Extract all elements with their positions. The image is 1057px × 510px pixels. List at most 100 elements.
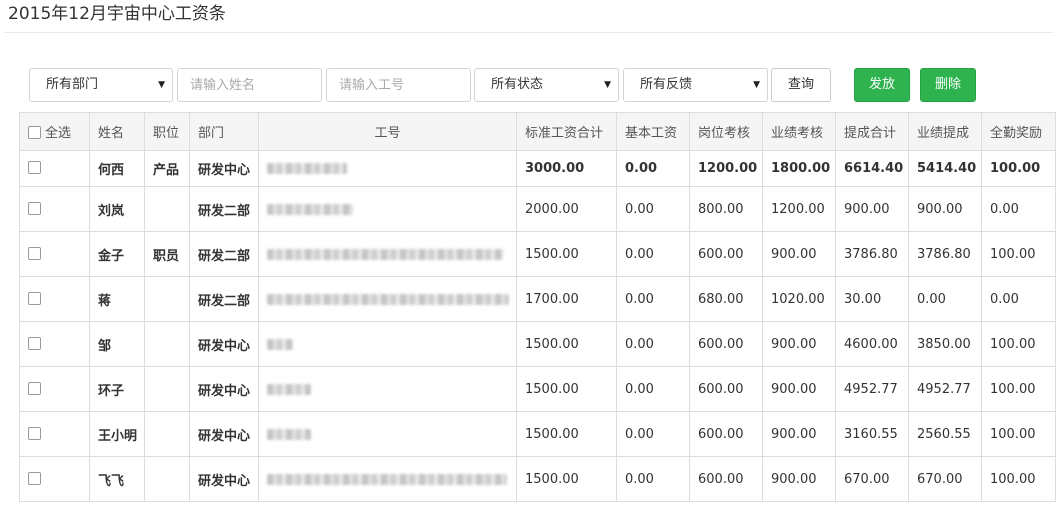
checkbox-icon[interactable]	[28, 381, 41, 395]
cell-performance-assessment: 1800.00	[762, 150, 836, 187]
checkbox-icon[interactable]	[28, 471, 41, 485]
query-button[interactable]: 查询	[771, 68, 831, 102]
cell-standard-total: 1700.00	[516, 276, 617, 322]
redacted-employee-id	[267, 293, 509, 305]
checkbox-icon[interactable]	[28, 426, 41, 440]
cell-base-salary: 0.00	[616, 411, 690, 457]
title-divider	[4, 32, 1053, 33]
page-title: 2015年12月宇宙中心工资条	[8, 4, 226, 24]
cell-standard-total: 2000.00	[516, 186, 617, 232]
cell-department: 研发中心	[189, 150, 259, 187]
employee-id-search-input[interactable]	[326, 68, 471, 102]
cell-employee-id	[258, 411, 517, 457]
column-header-department: 部门	[189, 112, 259, 151]
redacted-employee-id	[267, 473, 507, 485]
cell-performance-commission: 670.00	[908, 456, 982, 502]
table-row: 王小明 研发中心 1500.00 0.00 600.00 900.00 3160…	[19, 411, 1056, 457]
department-select-value: 所有部门	[46, 77, 99, 92]
checkbox-icon[interactable]	[28, 246, 41, 260]
filter-toolbar: 所有部门 ▼ 所有状态 ▼ 所有反馈 ▼ 查询 发放 删除	[0, 68, 1057, 102]
cell-standard-total: 1500.00	[516, 231, 617, 277]
table-row: 金子 职员 研发二部 1500.00 0.00 600.00 900.00 37…	[19, 231, 1056, 277]
cell-performance-commission: 4952.77	[908, 366, 982, 412]
department-select[interactable]: 所有部门 ▼	[29, 68, 173, 102]
caret-down-icon: ▼	[158, 80, 165, 90]
cell-position-assessment: 1200.00	[689, 150, 763, 187]
cell-performance-commission: 3850.00	[908, 321, 982, 367]
cell-employee-id	[258, 276, 517, 322]
cell-position	[144, 321, 190, 367]
cell-name: 何西	[89, 150, 145, 187]
cell-name: 蒋	[89, 276, 145, 322]
cell-department: 研发中心	[189, 321, 259, 367]
cell-standard-total: 1500.00	[516, 321, 617, 367]
cell-position: 产品	[144, 150, 190, 187]
name-search-input[interactable]	[177, 68, 322, 102]
cell-attendance-bonus: 100.00	[981, 366, 1056, 412]
cell-attendance-bonus: 100.00	[981, 411, 1056, 457]
cell-base-salary: 0.00	[616, 186, 690, 232]
delete-button[interactable]: 删除	[920, 68, 976, 102]
select-all-header[interactable]: 全选	[19, 112, 90, 151]
cell-position	[144, 276, 190, 322]
cell-name: 金子	[89, 231, 145, 277]
checkbox-icon[interactable]	[28, 201, 41, 215]
cell-position-assessment: 600.00	[689, 231, 763, 277]
table-row: 何西 产品 研发中心 3000.00 0.00 1200.00 1800.00 …	[19, 150, 1056, 187]
table-row: 飞飞 研发中心 1500.00 0.00 600.00 900.00 670.0…	[19, 456, 1056, 502]
caret-down-icon: ▼	[753, 80, 760, 90]
cell-name: 飞飞	[89, 456, 145, 502]
select-all-label: 全选	[45, 126, 72, 141]
cell-performance-assessment: 900.00	[762, 231, 836, 277]
column-header-attendance-bonus: 全勤奖励	[981, 112, 1056, 151]
cell-commission-total: 3786.80	[835, 231, 909, 277]
cell-employee-id	[258, 456, 517, 502]
cell-base-salary: 0.00	[616, 366, 690, 412]
cell-base-salary: 0.00	[616, 276, 690, 322]
cell-base-salary: 0.00	[616, 321, 690, 367]
cell-performance-assessment: 900.00	[762, 456, 836, 502]
column-header-standard-total: 标准工资合计	[516, 112, 617, 151]
cell-position: 职员	[144, 231, 190, 277]
cell-performance-assessment: 900.00	[762, 321, 836, 367]
checkbox-icon[interactable]	[28, 126, 41, 139]
redacted-employee-id	[267, 203, 353, 215]
column-header-name: 姓名	[89, 112, 145, 151]
cell-employee-id	[258, 231, 517, 277]
checkbox-icon[interactable]	[28, 161, 41, 174]
cell-name: 邹	[89, 321, 145, 367]
cell-performance-commission: 5414.40	[908, 150, 982, 187]
cell-attendance-bonus: 100.00	[981, 150, 1056, 187]
cell-performance-assessment: 1200.00	[762, 186, 836, 232]
checkbox-icon[interactable]	[28, 336, 41, 350]
cell-standard-total: 1500.00	[516, 366, 617, 412]
column-header-performance-commission: 业绩提成	[908, 112, 982, 151]
cell-department: 研发中心	[189, 456, 259, 502]
cell-base-salary: 0.00	[616, 456, 690, 502]
cell-commission-total: 3160.55	[835, 411, 909, 457]
cell-attendance-bonus: 100.00	[981, 321, 1056, 367]
column-header-employee-id: 工号	[258, 112, 517, 151]
table-row: 环子 研发中心 1500.00 0.00 600.00 900.00 4952.…	[19, 366, 1056, 412]
cell-department: 研发二部	[189, 186, 259, 232]
redacted-employee-id	[267, 383, 311, 395]
table-row: 刘岚 研发二部 2000.00 0.00 800.00 1200.00 900.…	[19, 186, 1056, 232]
cell-department: 研发二部	[189, 276, 259, 322]
feedback-select[interactable]: 所有反馈 ▼	[623, 68, 768, 102]
status-select[interactable]: 所有状态 ▼	[474, 68, 619, 102]
table-row: 邹 研发中心 1500.00 0.00 600.00 900.00 4600.0…	[19, 321, 1056, 367]
cell-performance-commission: 0.00	[908, 276, 982, 322]
cell-position	[144, 456, 190, 502]
cell-employee-id	[258, 321, 517, 367]
cell-position-assessment: 600.00	[689, 456, 763, 502]
cell-position-assessment: 600.00	[689, 321, 763, 367]
cell-name: 环子	[89, 366, 145, 412]
cell-performance-assessment: 900.00	[762, 366, 836, 412]
cell-position-assessment: 800.00	[689, 186, 763, 232]
checkbox-icon[interactable]	[28, 291, 41, 305]
cell-commission-total: 670.00	[835, 456, 909, 502]
cell-name: 王小明	[89, 411, 145, 457]
caret-down-icon: ▼	[604, 80, 611, 90]
feedback-select-value: 所有反馈	[640, 77, 693, 92]
issue-button[interactable]: 发放	[854, 68, 910, 102]
